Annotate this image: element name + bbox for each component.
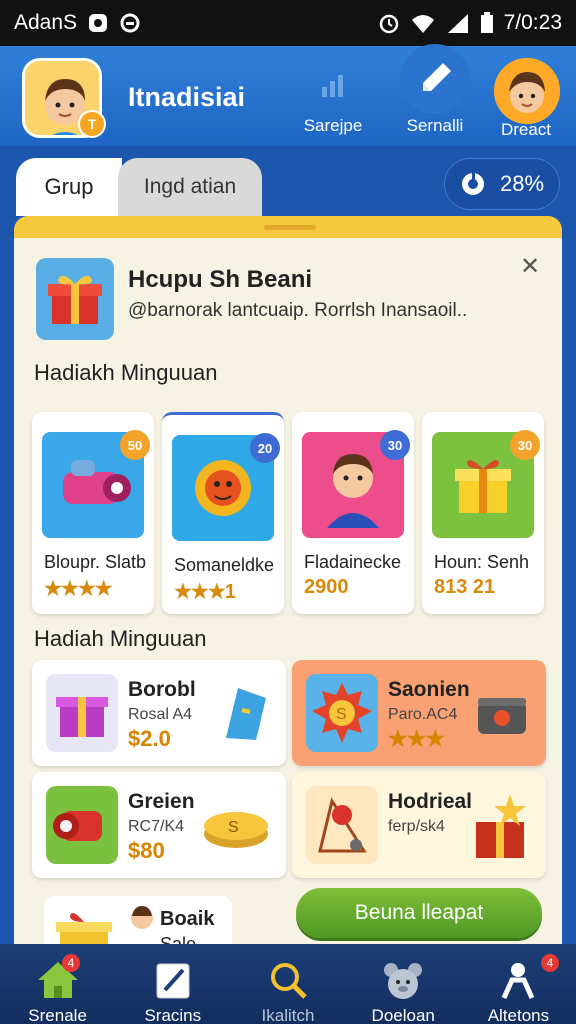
gauge-icon <box>461 173 484 195</box>
nav-label: Srenale <box>28 1006 87 1024</box>
reward-card[interactable]: 20 Somaneldke ★★★1 <box>162 412 284 614</box>
offer-subtitle: RC7/K4 <box>128 818 185 835</box>
nav-label: Ikalitch <box>261 1006 315 1024</box>
notification-title: Hcupu Sh Beani <box>128 266 313 293</box>
tab-ingd-atian[interactable]: Ingd atian <box>118 158 262 216</box>
card-badge: 30 <box>380 430 410 460</box>
lab-tool-icon <box>306 786 378 864</box>
offer-price: $2.0 <box>128 726 171 751</box>
card-value: ★★★★ <box>44 578 113 600</box>
offer-card[interactable]: S Saonien Paro.AC4 ★★★ <box>292 660 546 766</box>
card-badge: 50 <box>120 430 150 460</box>
nav-item-altetons[interactable]: 4 Altetons <box>461 944 576 1024</box>
coin-burst-icon: S <box>306 674 378 752</box>
nav-item-sracins[interactable]: Sracins <box>115 944 230 1024</box>
card-value: 813 21 <box>434 576 496 598</box>
card-badge: 30 <box>510 430 540 460</box>
star-gift-icon <box>476 794 526 858</box>
edit-icon <box>156 963 190 999</box>
gift-icon <box>36 258 114 340</box>
present-icon <box>46 674 118 752</box>
carrier-label: AdanS <box>14 11 78 34</box>
clock-circle-icon <box>120 13 140 33</box>
card-value: 2900 <box>304 576 349 598</box>
nav-label: Altetons <box>487 1006 550 1024</box>
card-name: Somaneldke <box>174 555 275 575</box>
offer-title: Hodrieal <box>388 790 473 813</box>
card-name: Houn: Senh <box>434 552 530 572</box>
card-name: Fladainecke <box>304 552 402 572</box>
reward-card[interactable]: 30 Fladainecke 2900 <box>292 412 414 614</box>
header-button-sernalli[interactable]: Sernalli <box>392 44 478 140</box>
signal-icon <box>322 75 343 97</box>
bear-icon <box>384 963 423 999</box>
wifi-icon <box>411 15 434 33</box>
nav-label: Doeloan <box>371 1006 435 1024</box>
offer-card[interactable]: Greien RC7/K4 $80 S <box>32 772 286 878</box>
person-icon <box>502 963 535 1000</box>
section-title: Hadiah Minguuan <box>34 626 207 651</box>
section-title: Hadiakh Minguuan <box>34 360 218 385</box>
coin-stack-icon: S <box>204 812 268 848</box>
notification-text: @barnorak lantcuaip. Rorrlsh Inansaoil.. <box>128 300 468 321</box>
offer-subtitle: ferp/sk4 <box>388 818 445 835</box>
header-button-sarejpe[interactable]: Sarejpe <box>290 58 376 140</box>
offer-card[interactable]: Hodrieal ferp/sk4 <box>292 772 546 878</box>
battery-icon <box>480 12 493 33</box>
offer-rating: ★★★ <box>388 726 445 751</box>
header-button-label: Sarejpe <box>303 116 363 135</box>
offer-card[interactable]: Borobl Rosal A4 $2.0 <box>32 660 286 766</box>
profile-avatar[interactable] <box>494 58 560 124</box>
offer-title: Borobl <box>128 678 196 701</box>
card-value: ★★★1 <box>174 581 236 603</box>
nav-item-srenale[interactable]: 4 Srenale <box>0 944 115 1024</box>
offer-subtitle: Paro.AC4 <box>388 706 458 723</box>
drag-handle[interactable] <box>264 225 316 230</box>
header-button-label: Sernalli <box>406 116 464 135</box>
card-badge: 20 <box>250 433 280 463</box>
clock-time: 7/0:23 <box>503 11 562 34</box>
nav-badge: 4 <box>62 954 80 972</box>
alarm-icon <box>379 14 398 34</box>
character-icon <box>131 906 153 929</box>
reward-card[interactable]: 30 Houn: Senh 813 21 <box>422 412 544 614</box>
notification-icon <box>89 14 108 32</box>
tab-grup[interactable]: Grup <box>16 158 122 216</box>
can-icon <box>46 786 118 864</box>
cell-signal-icon <box>447 14 468 33</box>
progress-value: 28% <box>499 171 545 196</box>
pen-icon <box>423 63 451 91</box>
progress-pill[interactable]: 28% <box>444 158 560 210</box>
reward-card[interactable]: 50 Bloupr. Slatb ★★★★ <box>32 412 154 614</box>
search-icon <box>271 963 307 999</box>
offer-subtitle: Rosal A4 <box>128 706 193 723</box>
nav-label: Sracins <box>144 1006 202 1024</box>
svg-text:S: S <box>228 819 239 836</box>
nav-badge: 4 <box>540 954 559 972</box>
ticket-icon <box>226 688 266 740</box>
svg-text:S: S <box>336 706 347 723</box>
offer-title: Saonien <box>388 678 470 701</box>
status-bar: AdanS 7/0:23 <box>0 0 576 46</box>
offer-title: Greien <box>128 790 195 813</box>
profile-label: Dreact <box>500 120 552 139</box>
close-icon[interactable]: ✕ <box>520 252 540 281</box>
chest-icon <box>478 698 526 734</box>
offer-price: $80 <box>128 838 165 863</box>
nav-item-doeloan[interactable]: Doeloan <box>346 944 461 1024</box>
bottom-nav: 4 Srenale Sracins Ikalitch Doeloan 4 Alt… <box>0 944 576 1024</box>
avatar-level-badge: T <box>78 110 106 138</box>
app-title: Itnadisiai <box>128 82 246 112</box>
nav-item-ikalitch[interactable]: Ikalitch <box>230 944 345 1024</box>
card-name: Bloupr. Slatb <box>44 552 147 572</box>
cta-button[interactable]: Beuna lleapat <box>296 888 542 938</box>
mini-card-title: Boaik <box>160 908 215 930</box>
